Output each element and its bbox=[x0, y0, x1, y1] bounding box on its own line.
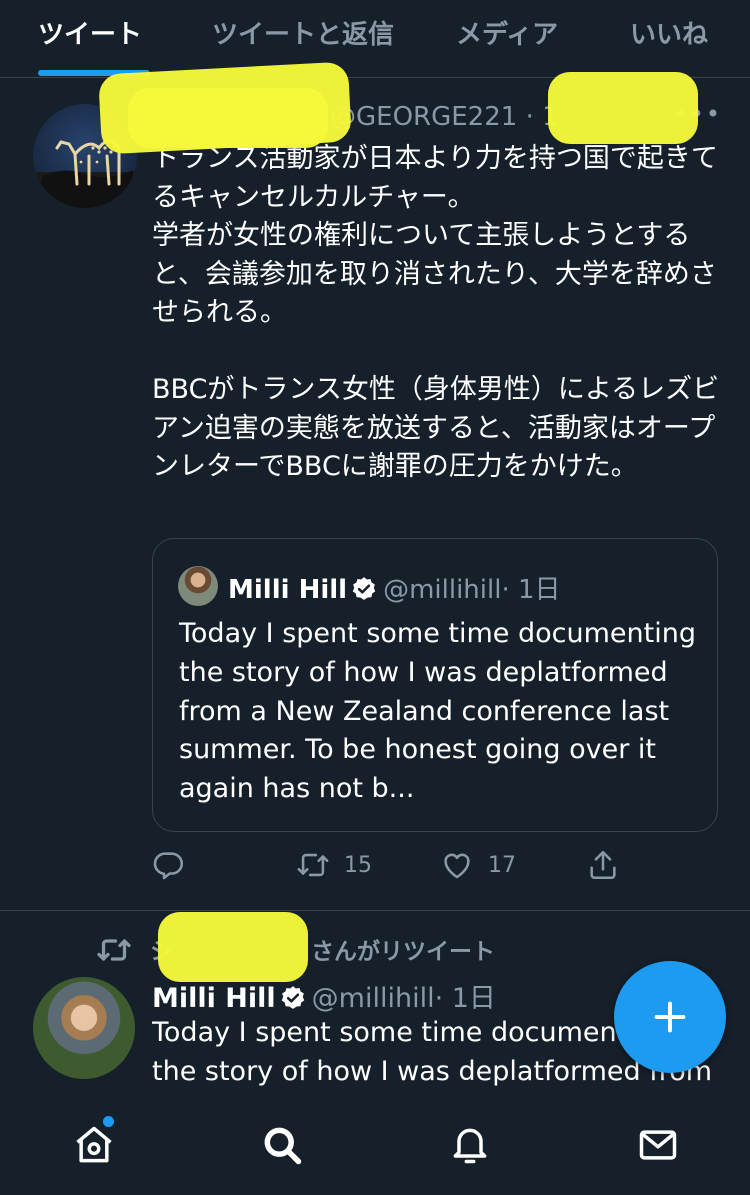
tab-tweets[interactable]: ツイート bbox=[38, 14, 142, 58]
nav-search[interactable] bbox=[260, 1123, 304, 1167]
retweet-icon bbox=[297, 853, 329, 877]
like-button[interactable]: 17 bbox=[440, 843, 516, 887]
like-count: 17 bbox=[488, 852, 516, 878]
redaction-mark bbox=[158, 912, 308, 982]
search-icon bbox=[264, 1127, 302, 1165]
nav-home[interactable] bbox=[72, 1123, 116, 1167]
new-content-dot bbox=[103, 1116, 114, 1127]
tab-tweets-and-replies[interactable]: ツイートと返信 bbox=[212, 14, 394, 58]
reply-icon bbox=[153, 852, 184, 880]
tweet-time: · 1日 bbox=[434, 983, 496, 1014]
verified-badge-icon bbox=[352, 577, 376, 600]
quoted-time: · 1日 bbox=[501, 575, 561, 605]
bell-icon bbox=[453, 1128, 487, 1164]
tab-media[interactable]: メディア bbox=[456, 14, 558, 58]
bottom-navigation bbox=[0, 1095, 750, 1195]
verified-badge-icon bbox=[281, 986, 304, 1009]
retweet-icon bbox=[97, 939, 131, 961]
share-button[interactable] bbox=[586, 843, 620, 887]
plus-icon bbox=[654, 1001, 686, 1033]
redaction-mark bbox=[128, 88, 328, 148]
profile-tabs: ツイート ツイートと返信 メディア いいね bbox=[0, 0, 750, 78]
quoted-author-name: Milli Hill bbox=[228, 575, 348, 605]
retweet-count: 15 bbox=[344, 852, 372, 878]
quoted-handle: @millihill bbox=[383, 575, 502, 605]
tab-likes[interactable]: いいね bbox=[630, 14, 708, 58]
author-handle: @millihill bbox=[311, 983, 435, 1014]
avatar[interactable] bbox=[33, 977, 135, 1079]
tweet-author-line[interactable]: Milli Hill @millihill· 1日 bbox=[152, 976, 496, 1014]
author-name: Milli Hill bbox=[152, 983, 276, 1014]
nav-messages[interactable] bbox=[636, 1123, 680, 1167]
retweet-button[interactable]: 15 bbox=[296, 843, 372, 887]
tweet-text: トランス活動家が日本より力を持つ国で起きてるキャンセルカルチャー。 学者が女性の… bbox=[152, 143, 720, 482]
retweeted-by-text: さんがリツイート bbox=[311, 939, 495, 965]
nav-notifications[interactable] bbox=[448, 1123, 492, 1167]
quoted-text: Today I spent some time documenting the … bbox=[179, 618, 696, 805]
quoted-tweet-card[interactable]: Milli Hill @millihill· 1日 Today I spent … bbox=[152, 538, 718, 832]
tweet-actions: 15 17 bbox=[0, 843, 750, 887]
reply-button[interactable] bbox=[152, 843, 186, 887]
redaction-mark bbox=[548, 72, 698, 144]
tweet-handle-time: @GEORGE221 · 1 bbox=[330, 102, 559, 132]
quoted-avatar bbox=[178, 566, 218, 606]
share-icon bbox=[590, 850, 616, 880]
compose-tweet-button[interactable] bbox=[614, 961, 726, 1073]
tweet-divider bbox=[0, 910, 750, 911]
quoted-header: Milli Hill @millihill· 1日 bbox=[228, 569, 561, 605]
home-icon bbox=[76, 1126, 112, 1163]
envelope-icon bbox=[639, 1130, 677, 1160]
heart-icon bbox=[444, 853, 470, 879]
